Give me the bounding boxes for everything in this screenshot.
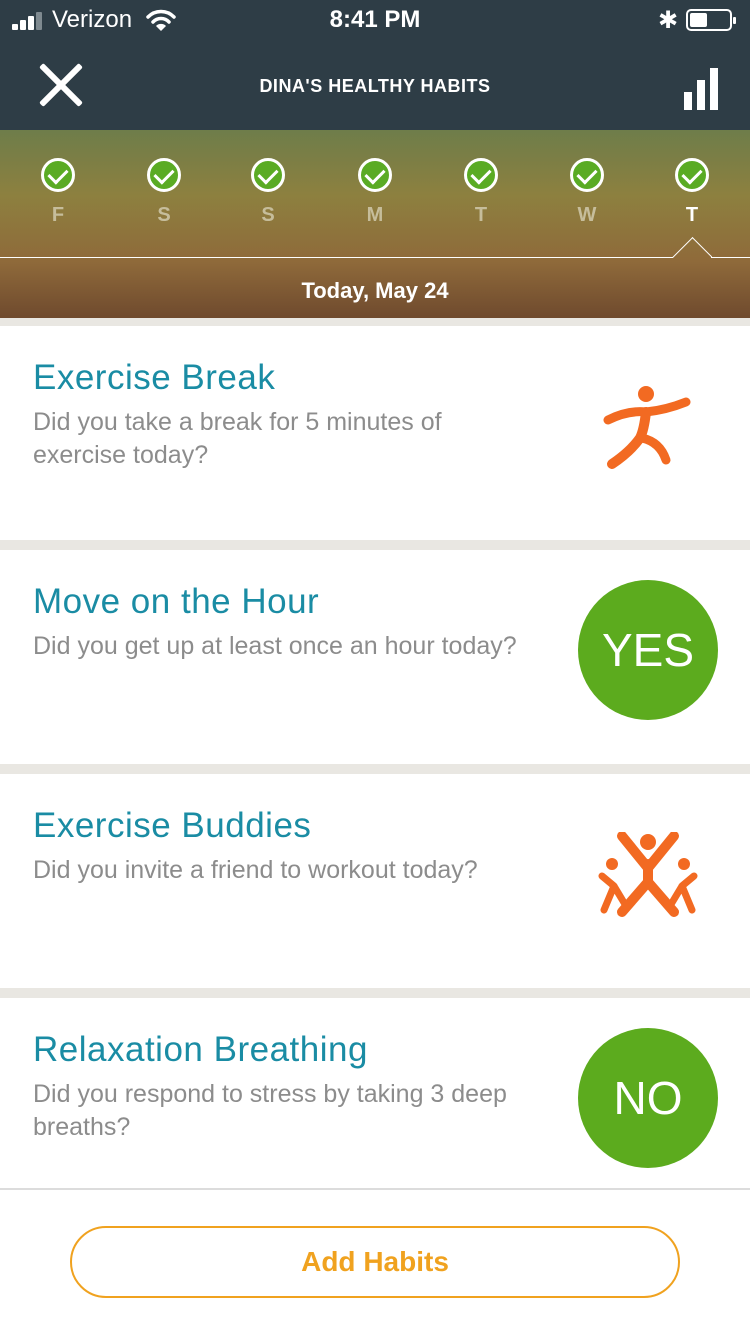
exercise-person-icon[interactable]	[600, 382, 692, 474]
day-letter: F	[51, 204, 65, 226]
check-icon	[251, 158, 285, 192]
habit-question: Did you respond to stress by taking 3 de…	[33, 1080, 507, 1141]
status-time: 8:41 PM	[329, 6, 421, 33]
habit-card-exercise-buddies[interactable]: Exercise Buddies Did you invite a friend…	[0, 774, 750, 988]
habit-card-exercise-break[interactable]: Exercise Break Did you take a break for …	[0, 326, 750, 540]
day-sunday[interactable]: S	[248, 158, 288, 227]
battery-icon	[686, 9, 736, 31]
divider	[0, 988, 750, 998]
check-icon	[570, 158, 604, 192]
day-letter: W	[577, 204, 597, 226]
divider	[711, 257, 750, 258]
habit-question: Did you invite a friend to workout today…	[33, 856, 478, 884]
exercise-group-icon[interactable]	[598, 832, 698, 920]
divider	[0, 257, 673, 258]
close-button[interactable]	[36, 60, 86, 110]
day-wednesday[interactable]: W	[567, 158, 607, 227]
week-strip: F S S M T W T Today, May 24	[0, 130, 750, 318]
day-thursday-selected[interactable]: T	[672, 158, 712, 227]
day-tuesday[interactable]: T	[461, 158, 501, 227]
habit-card-relaxation-breathing[interactable]: Relaxation Breathing Did you respond to …	[0, 998, 750, 1188]
check-icon	[464, 158, 498, 192]
app-header: Verizon 8:41 PM ✱ DINA'S HEALTHY HABITS	[0, 0, 750, 130]
answer-yes-badge[interactable]: YES	[578, 580, 718, 720]
day-letter: T	[685, 204, 699, 226]
divider	[0, 1188, 750, 1190]
day-letter: S	[261, 204, 275, 226]
stats-chart-button[interactable]	[684, 68, 718, 110]
day-letter: M	[366, 204, 384, 226]
answer-no-badge[interactable]: NO	[578, 1028, 718, 1168]
divider	[0, 764, 750, 774]
selected-day-pointer	[672, 237, 712, 258]
check-icon	[675, 158, 709, 192]
habit-card-move-on-the-hour[interactable]: Move on the Hour Did you get up at least…	[0, 550, 750, 764]
add-habits-button[interactable]: Add Habits	[70, 1226, 680, 1298]
habit-question: Did you get up at least once an hour tod…	[33, 632, 517, 660]
habit-title: Relaxation Breathing	[33, 1030, 368, 1069]
check-icon	[358, 158, 392, 192]
page-title: DINA'S HEALTHY HABITS	[259, 76, 491, 96]
divider	[0, 318, 750, 326]
habit-title: Exercise Break	[33, 358, 276, 397]
day-saturday[interactable]: S	[144, 158, 184, 227]
day-letter: T	[474, 204, 488, 226]
habit-title: Exercise Buddies	[33, 806, 312, 845]
habit-title: Move on the Hour	[33, 582, 320, 621]
habit-question: Did you take a break for 5 minutes of ex…	[33, 408, 442, 469]
bluetooth-icon: ✱	[658, 7, 679, 34]
check-icon	[41, 158, 75, 192]
day-friday[interactable]: F	[38, 158, 78, 227]
day-monday[interactable]: M	[355, 158, 395, 227]
today-label: Today, May 24	[301, 278, 449, 303]
status-bar: Verizon 8:41 PM ✱	[0, 0, 750, 40]
check-icon	[147, 158, 181, 192]
day-letter: S	[157, 204, 171, 226]
divider	[0, 540, 750, 550]
